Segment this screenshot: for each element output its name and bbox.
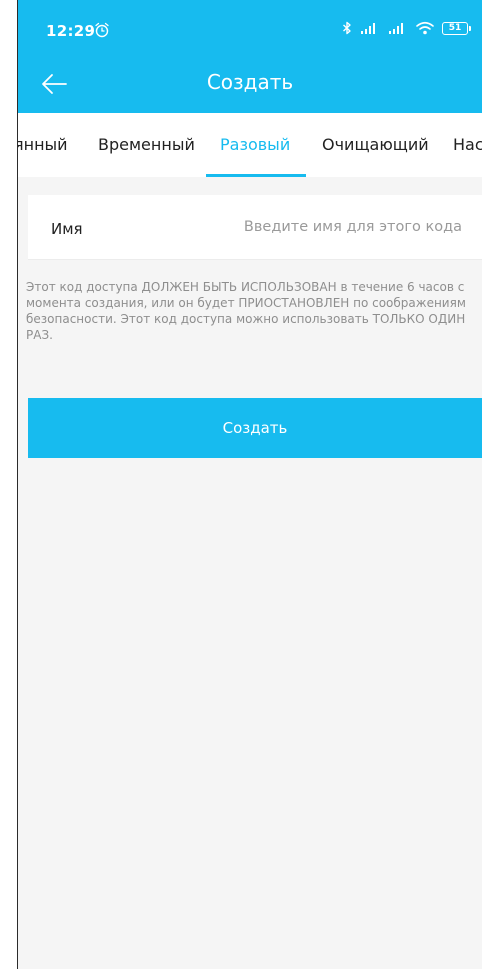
create-button[interactable]: Создать	[28, 398, 482, 458]
tab-custom[interactable]: Нас	[453, 135, 482, 154]
tab-one-time[interactable]: Разовый	[220, 135, 290, 154]
alarm-icon	[95, 22, 109, 38]
app-screen: 12:29 51 Создать янный Временный Разовый…	[18, 0, 482, 969]
page-title: Создать	[206, 70, 294, 94]
tab-temporary[interactable]: Временный	[98, 135, 195, 154]
left-frame-edge	[0, 0, 18, 969]
info-text: Этот код доступа ДОЛЖЕН БЫТЬ ИСПОЛЬЗОВАН…	[26, 280, 466, 342]
active-tab-indicator	[206, 174, 306, 177]
name-field-row: Имя	[28, 195, 482, 260]
battery-level: 51	[448, 22, 462, 33]
status-icons: 51	[342, 21, 471, 35]
tab-clearing[interactable]: Очищающий	[322, 135, 429, 154]
app-bar: Создать	[18, 56, 482, 113]
tab-bar: янный Временный Разовый Очищающий Нас	[18, 113, 482, 177]
status-bar: 12:29 51	[18, 0, 482, 56]
battery-icon: 51	[442, 21, 471, 35]
tab-permanent[interactable]: янный	[18, 135, 68, 154]
signal-icon	[361, 23, 375, 34]
bluetooth-icon	[343, 21, 351, 35]
name-label: Имя	[51, 220, 83, 238]
name-input[interactable]	[212, 211, 462, 243]
status-time: 12:29	[46, 22, 96, 40]
wifi-icon	[416, 21, 434, 35]
signal-icon	[389, 23, 403, 34]
